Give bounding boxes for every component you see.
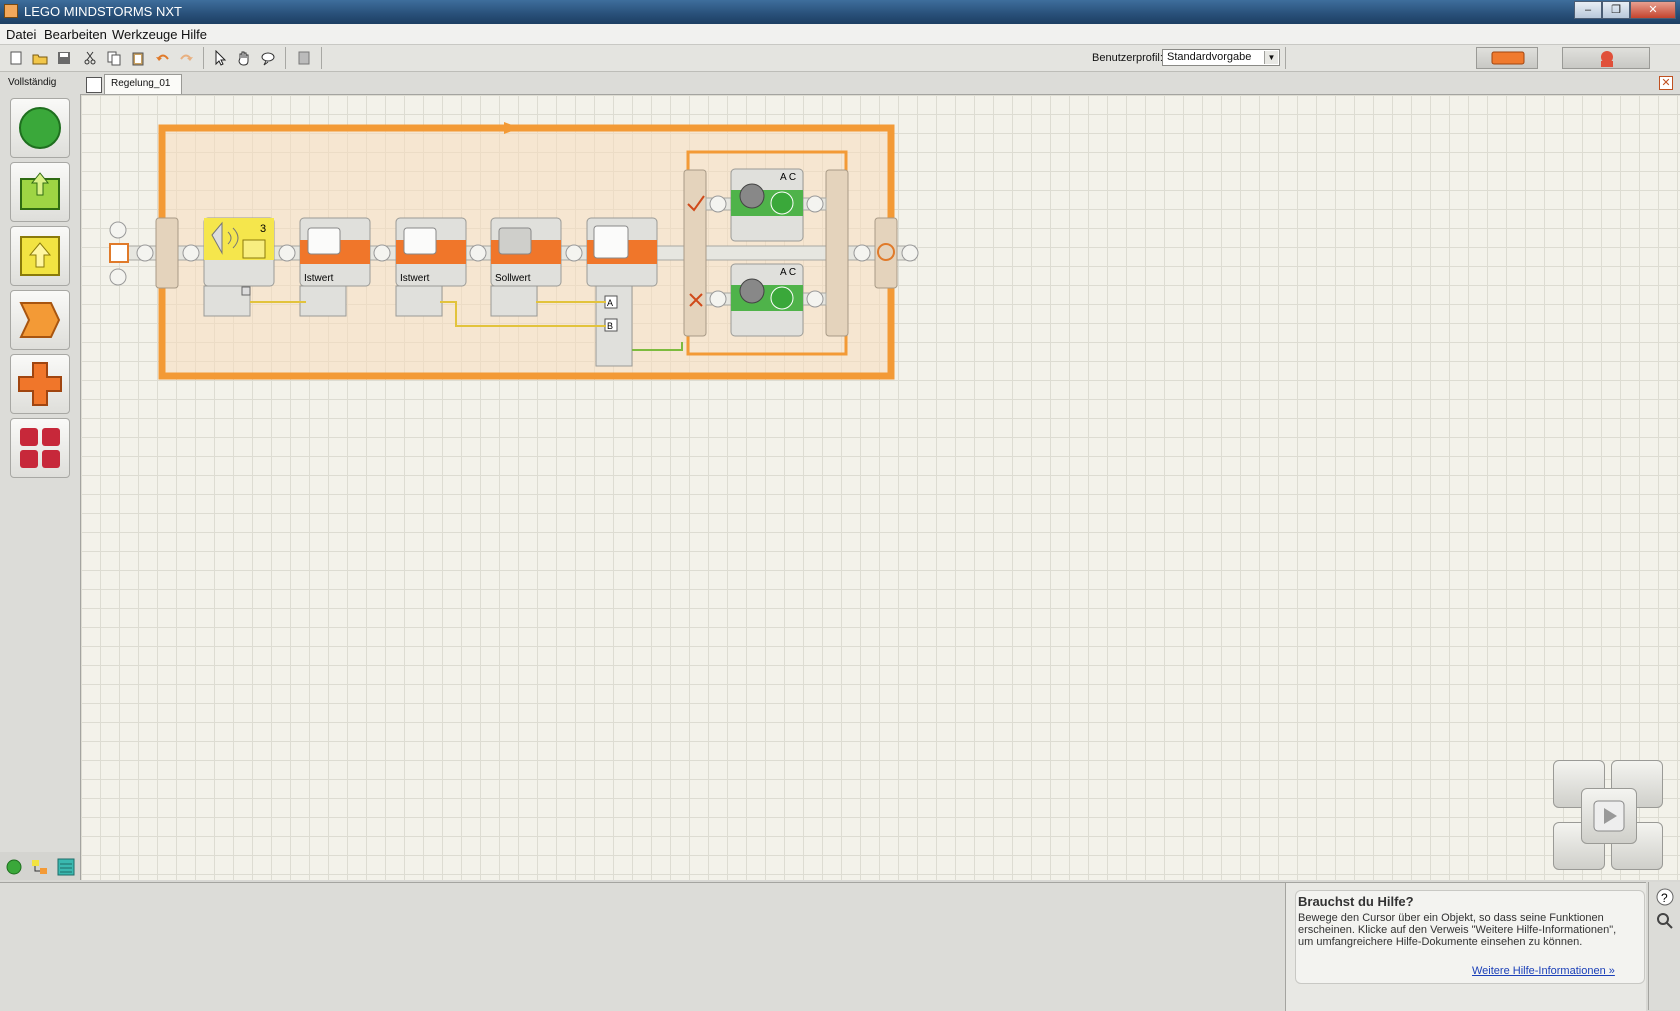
nxt-controller <box>1553 760 1665 872</box>
help-question-icon[interactable]: ? <box>1656 888 1674 906</box>
switch-left-post <box>683 169 707 337</box>
download-run-button[interactable] <box>1581 788 1637 844</box>
compare-port-b: B <box>607 321 613 331</box>
variable-label-2: Istwert <box>400 273 430 284</box>
variable-label-1: Istwert <box>304 273 334 284</box>
help-more-link[interactable]: Weitere Hilfe-Informationen » <box>1472 965 1615 977</box>
play-icon <box>1593 800 1625 832</box>
program-diagram: 3 Istwert Istwert Sollwert A B A C A C <box>109 122 919 380</box>
help-side-bar: ? <box>1648 882 1680 1010</box>
compare-port-a: A <box>607 298 613 308</box>
help-title: Brauchst du Hilfe? <box>1298 894 1414 909</box>
help-text: Bewege den Cursor über ein Objekt, so da… <box>1298 912 1617 948</box>
start-connector-top <box>109 221 127 239</box>
variable-label-3: Sollwert <box>495 273 531 284</box>
motor-ports-bottom: A C <box>780 267 796 278</box>
loop-left-post <box>155 217 179 289</box>
start-point-icon <box>109 243 129 263</box>
svg-text:?: ? <box>1661 891 1668 905</box>
motor-ports-top: A C <box>780 172 796 183</box>
configuration-panel <box>0 882 1285 1011</box>
sensor-port-label: 3 <box>260 223 266 235</box>
switch-right-post <box>825 169 849 337</box>
start-connector-bottom <box>109 268 127 286</box>
magnifier-icon[interactable] <box>1656 912 1674 930</box>
